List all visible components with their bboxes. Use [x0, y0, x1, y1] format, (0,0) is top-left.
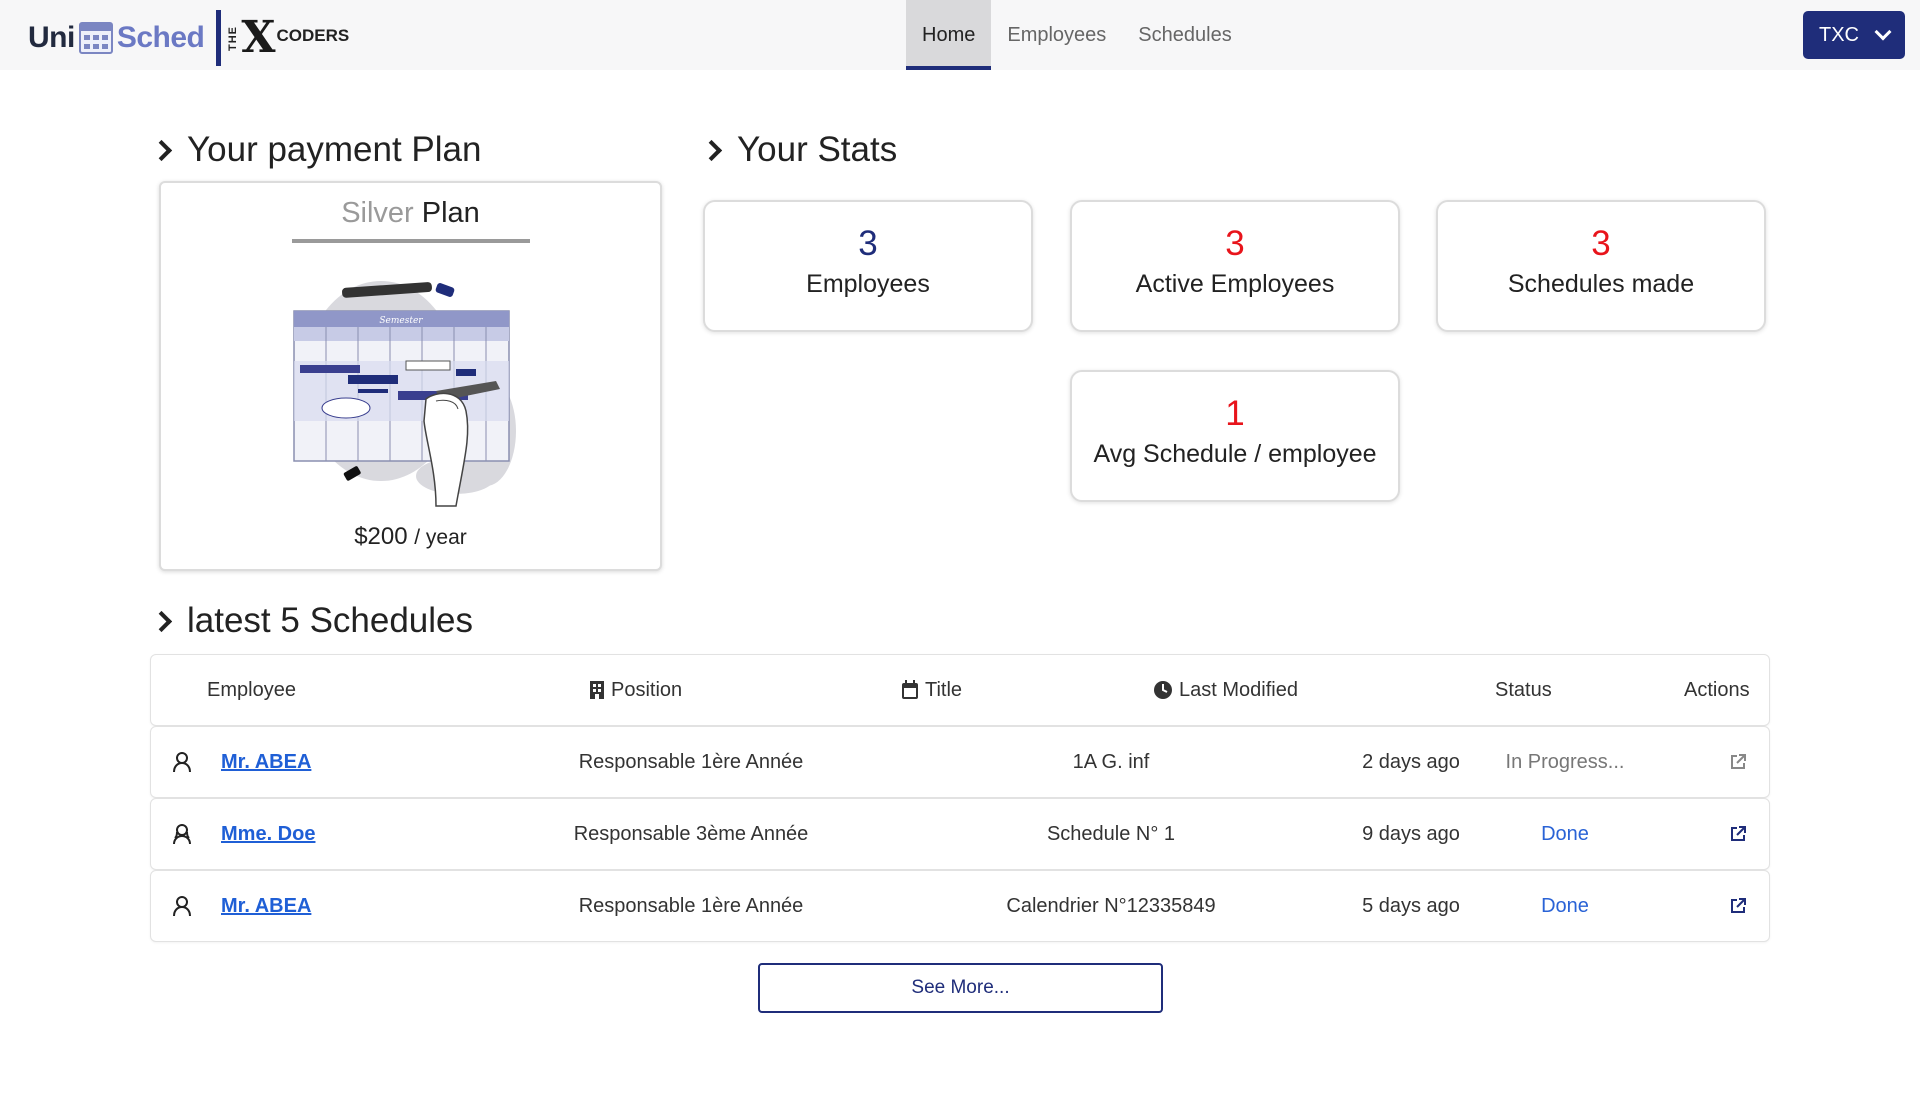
plan-word: Plan — [421, 197, 480, 229]
schedule-illustration-icon: Semester — [293, 281, 516, 507]
employee-cell: Mme. Doe — [171, 799, 315, 869]
col-status: Status — [1495, 678, 1552, 701]
col-title: Title — [901, 655, 962, 725]
stat-card-employees: 3 Employees — [703, 200, 1033, 332]
status-cell: In Progress... — [1505, 750, 1625, 773]
account-dropdown-button[interactable]: TXC — [1803, 11, 1905, 59]
stat-value: 3 — [1225, 224, 1245, 263]
stat-label: Active Employees — [1135, 270, 1335, 298]
employee-link[interactable]: Mme. Doe — [221, 823, 315, 846]
external-link-icon — [1731, 898, 1746, 913]
person-icon — [173, 752, 191, 773]
chevron-right-icon — [700, 139, 723, 161]
stats-heading: Your Stats — [700, 130, 897, 170]
top-navbar: Uni Sched THE X CODERS Home Employees Sc… — [0, 0, 1920, 70]
stat-label: Employees — [806, 270, 930, 298]
title-cell: 1A G. inf — [1072, 750, 1150, 773]
plan-title: Silver Plan — [161, 197, 660, 230]
nav-employees[interactable]: Employees — [991, 0, 1122, 70]
col-actions: Actions — [1684, 678, 1750, 701]
stat-card-avg-schedule: 1 Avg Schedule / employee — [1070, 370, 1400, 502]
employee-link[interactable]: Mr. ABEA — [221, 751, 311, 774]
payment-plan-heading: Your payment Plan — [150, 130, 481, 170]
stat-label: Avg Schedule / employee — [1093, 440, 1377, 468]
latest-schedules-heading: latest 5 Schedules — [150, 601, 473, 641]
brand-logo[interactable]: Uni Sched THE X CODERS — [28, 10, 350, 66]
table-row: Mme. Doe Responsable 3ème Année Schedule… — [150, 798, 1770, 870]
stat-value: 3 — [858, 224, 878, 263]
employee-cell: Mr. ABEA — [171, 871, 311, 941]
brand-sched-text: Sched — [116, 21, 205, 54]
title-cell: Schedule N° 1 — [1046, 822, 1176, 845]
person-icon — [173, 896, 191, 917]
title-cell: Calendrier N°12335849 — [1006, 894, 1216, 917]
employee-cell: Mr. ABEA — [171, 727, 311, 797]
nav-links: Home Employees Schedules — [906, 0, 1248, 70]
illustration-caption: Semester — [379, 316, 423, 326]
plan-price-period: / year — [414, 526, 467, 549]
open-schedule-action[interactable] — [1729, 871, 1747, 941]
stats-heading-text: Your Stats — [737, 130, 898, 169]
position-cell: Responsable 1ère Année — [578, 894, 804, 917]
brand-divider — [216, 10, 222, 66]
plan-price-amount: $200 — [354, 523, 408, 550]
clock-icon — [1154, 681, 1172, 699]
calendar-logo-icon — [78, 22, 113, 54]
position-cell: Responsable 3ème Année — [573, 822, 809, 845]
table-row: Mr. ABEA Responsable 1ère Année Calendri… — [150, 870, 1770, 942]
position-cell: Responsable 1ère Année — [578, 750, 804, 773]
open-schedule-action[interactable] — [1729, 799, 1747, 869]
table-row: Mr. ABEA Responsable 1ère Année 1A G. in… — [150, 726, 1770, 798]
col-position-label: Position — [611, 678, 683, 701]
schedules-table: Employee Position Title Last Modified St… — [150, 654, 1770, 942]
plan-price: $200 / year — [161, 523, 660, 551]
open-schedule-action[interactable] — [1729, 727, 1747, 797]
col-last-modified-label: Last Modified — [1179, 678, 1298, 701]
stat-value: 3 — [1591, 224, 1611, 263]
person-female-icon — [173, 824, 191, 845]
employee-link[interactable]: Mr. ABEA — [221, 895, 311, 918]
plan-tier: Silver — [341, 197, 414, 229]
brand-coders-text: CODERS — [276, 26, 350, 45]
status-cell: Done — [1541, 822, 1589, 845]
latest-schedules-heading-text: latest 5 Schedules — [187, 601, 474, 640]
stat-value: 1 — [1225, 394, 1245, 433]
stat-card-active-employees: 3 Active Employees — [1070, 200, 1400, 332]
col-employee: Employee — [207, 678, 296, 701]
chevron-right-icon — [150, 139, 173, 161]
plan-card: Silver Plan Semester $200 / year — [159, 181, 662, 571]
col-position: Position — [589, 655, 682, 725]
calendar-icon — [902, 680, 918, 699]
stat-card-schedules-made: 3 Schedules made — [1436, 200, 1766, 332]
plan-underline — [292, 239, 530, 243]
building-icon — [590, 681, 604, 699]
brand-x-text: X — [241, 12, 276, 63]
payment-plan-heading-text: Your payment Plan — [187, 130, 482, 169]
brand-the-text: THE — [227, 25, 240, 51]
col-last-modified: Last Modified — [1153, 655, 1298, 725]
see-more-button[interactable]: See More... — [758, 963, 1163, 1013]
col-title-label: Title — [925, 678, 963, 701]
nav-home[interactable]: Home — [906, 0, 992, 70]
brand-uni-text: Uni — [28, 21, 75, 54]
chevron-down-icon — [1874, 23, 1892, 40]
chevron-right-icon — [150, 610, 173, 632]
stat-label: Schedules made — [1507, 270, 1695, 298]
external-link-icon — [1731, 826, 1746, 841]
status-cell: Done — [1541, 894, 1589, 917]
external-link-icon — [1731, 754, 1746, 769]
table-header: Employee Position Title Last Modified St… — [150, 654, 1770, 726]
account-label: TXC — [1819, 23, 1859, 46]
nav-schedules[interactable]: Schedules — [1122, 0, 1247, 70]
